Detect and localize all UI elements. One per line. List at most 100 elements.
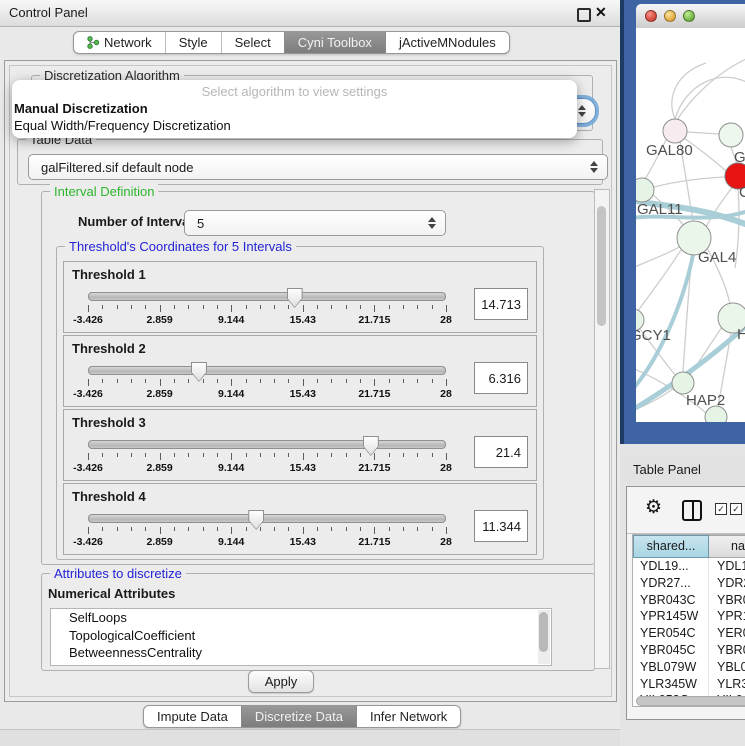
- float-icon[interactable]: [577, 8, 591, 22]
- column-header-name[interactable]: na: [709, 535, 745, 558]
- panel-scrollbar[interactable]: [594, 189, 610, 669]
- network-node[interactable]: [719, 123, 743, 147]
- slider-ticks: [88, 379, 446, 387]
- threshold-value-field[interactable]: 11.344: [474, 510, 528, 542]
- network-node[interactable]: [636, 178, 654, 202]
- close-traffic-light-icon[interactable]: [645, 10, 657, 22]
- gear-icon[interactable]: ⚙: [645, 496, 662, 519]
- tab-infer-network[interactable]: Infer Network: [356, 706, 460, 727]
- network-node-label: HAP2: [686, 392, 725, 409]
- number-of-intervals-combobox[interactable]: 5: [184, 210, 446, 236]
- network-node-label: GAL4: [698, 249, 736, 266]
- close-icon[interactable]: ✕: [595, 4, 607, 21]
- table-panel: ⚙ ✓ ✓ shared... na YDL19...YDL1YDR27...Y…: [626, 486, 745, 720]
- bottom-strip: [0, 729, 620, 746]
- attribute-list-item[interactable]: SelfLoops: [51, 609, 551, 627]
- slider-tick-labels: -3.4262.8599.14415.4321.71528: [88, 462, 446, 474]
- dropdown-items: Manual DiscretizationEqual Width/Frequen…: [12, 100, 577, 134]
- threshold-slider[interactable]: -3.4262.8599.14415.4321.71528: [80, 288, 454, 328]
- table-row[interactable]: YPR145WYPR1: [633, 608, 745, 625]
- tab-select[interactable]: Select: [221, 32, 284, 53]
- table-data-group: Table Data galFiltered.sif default node: [17, 139, 603, 185]
- threshold-slider[interactable]: -3.4262.8599.14415.4321.71528: [80, 510, 454, 550]
- dropdown-item[interactable]: Manual Discretization: [12, 100, 577, 117]
- network-node-label: H: [737, 326, 745, 343]
- slider-track[interactable]: [88, 366, 446, 375]
- column-header-shared[interactable]: shared...: [633, 535, 709, 558]
- numerical-attributes-heading: Numerical Attributes: [48, 586, 175, 601]
- network-node[interactable]: [663, 119, 687, 143]
- threshold-value-field[interactable]: 21.4: [474, 436, 528, 468]
- slider-ticks: [88, 305, 446, 313]
- tab-label: Infer Network: [370, 706, 447, 727]
- threshold-label: Threshold 1: [72, 267, 146, 282]
- threshold-slider[interactable]: -3.4262.8599.14415.4321.71528: [80, 436, 454, 476]
- network-node-label: GAL80: [646, 142, 693, 159]
- attributes-group: Attributes to discretize Numerical Attri…: [41, 573, 595, 671]
- tab-impute-data[interactable]: Impute Data: [144, 706, 241, 727]
- table-header-row: shared... na: [633, 535, 745, 558]
- table-row[interactable]: YBL079WYBL0: [633, 659, 745, 676]
- slider-track[interactable]: [88, 514, 446, 523]
- tab-discretize-data[interactable]: Discretize Data: [241, 706, 356, 727]
- combo-arrows-icon: [590, 161, 598, 173]
- tab-jactivemnodules[interactable]: jActiveMNodules: [385, 32, 509, 53]
- threshold-panel: Threshold 1 -3.4262.8599.14415.4321.7152…: [63, 261, 537, 333]
- table-row[interactable]: YBR043CYBR0: [633, 592, 745, 609]
- threshold-value-field[interactable]: 6.316: [474, 362, 528, 394]
- table-data-combobox[interactable]: galFiltered.sif default node: [28, 154, 608, 180]
- threshold-label: Threshold 2: [72, 341, 146, 356]
- table-hscrollbar[interactable]: [635, 695, 745, 705]
- minimize-traffic-light-icon[interactable]: [664, 10, 676, 22]
- group-title: Threshold's Coordinates for 5 Intervals: [65, 239, 296, 254]
- attribute-list-item[interactable]: BetweennessCentrality: [51, 644, 551, 662]
- network-node[interactable]: [672, 372, 694, 394]
- tab-label: Select: [235, 32, 271, 53]
- table-row[interactable]: YDR27...YDR2: [633, 575, 745, 592]
- slider-tick-labels: -3.4262.8599.14415.4321.71528: [88, 314, 446, 326]
- columns-icon[interactable]: [682, 500, 702, 521]
- dropdown-item[interactable]: Equal Width/Frequency Discretization: [12, 117, 577, 134]
- network-window-titlebar[interactable]: [636, 4, 745, 29]
- cell-shared-name: YER054C: [633, 625, 709, 642]
- cell-shared-name: YBR045C: [633, 642, 709, 659]
- table-row[interactable]: YDL19...YDL1: [633, 558, 745, 575]
- table-row[interactable]: YER054CYER0: [633, 625, 745, 642]
- tab-cyni-toolbox[interactable]: Cyni Toolbox: [284, 32, 385, 53]
- network-icon: [87, 36, 99, 49]
- cell-name: YPR1: [709, 608, 745, 625]
- slider-track[interactable]: [88, 440, 446, 449]
- zoom-traffic-light-icon[interactable]: [683, 10, 695, 22]
- table-body: shared... na YDL19...YDL1YDR27...YDR2YBR…: [632, 534, 745, 707]
- window-edge: [620, 0, 624, 444]
- network-node-label: C: [739, 184, 745, 201]
- checkbox-icon[interactable]: ✓: [715, 503, 727, 515]
- tab-label: Impute Data: [157, 706, 228, 727]
- table-row[interactable]: YLR345WYLR3: [633, 676, 745, 693]
- tab-style[interactable]: Style: [165, 32, 221, 53]
- dropdown-placeholder-item[interactable]: Select algorithm to view settings: [12, 80, 577, 100]
- checkbox-icon[interactable]: ✓: [730, 503, 742, 515]
- cell-shared-name: YDR27...: [633, 575, 709, 592]
- cell-shared-name: YBR043C: [633, 592, 709, 609]
- threshold-slider[interactable]: -3.4262.8599.14415.4321.71528: [80, 362, 454, 402]
- thresholds-group: Threshold's Coordinates for 5 Intervals …: [56, 246, 544, 560]
- table-row[interactable]: YBR045CYBR0: [633, 642, 745, 659]
- network-node-label: GAL11: [637, 201, 683, 218]
- tab-network[interactable]: Network: [74, 32, 165, 53]
- threshold-panel: Threshold 2 -3.4262.8599.14415.4321.7152…: [63, 335, 537, 407]
- apply-button[interactable]: Apply: [248, 670, 314, 693]
- cell-shared-name: YPR145W: [633, 608, 709, 625]
- network-view-window: GAL80GACGAL11GAL4GCY1HHAP2: [620, 0, 745, 444]
- attribute-list-item[interactable]: TopologicalCoefficient: [51, 627, 551, 645]
- algorithm-dropdown-popup: Select algorithm to view settings Manual…: [12, 80, 577, 138]
- attributes-scrollbar[interactable]: [538, 610, 550, 664]
- slider-track[interactable]: [88, 292, 446, 301]
- cell-shared-name: YLR345W: [633, 676, 709, 693]
- table-toolbar: ⚙ ✓ ✓: [627, 487, 745, 534]
- numerical-attributes-list[interactable]: SelfLoopsTopologicalCoefficientBetweenne…: [50, 608, 552, 666]
- threshold-value-field[interactable]: 14.713: [474, 288, 528, 320]
- slider-ticks: [88, 453, 446, 461]
- thresholds-container: Threshold 1 -3.4262.8599.14415.4321.7152…: [57, 261, 543, 557]
- network-canvas[interactable]: GAL80GACGAL11GAL4GCY1HHAP2: [636, 28, 745, 422]
